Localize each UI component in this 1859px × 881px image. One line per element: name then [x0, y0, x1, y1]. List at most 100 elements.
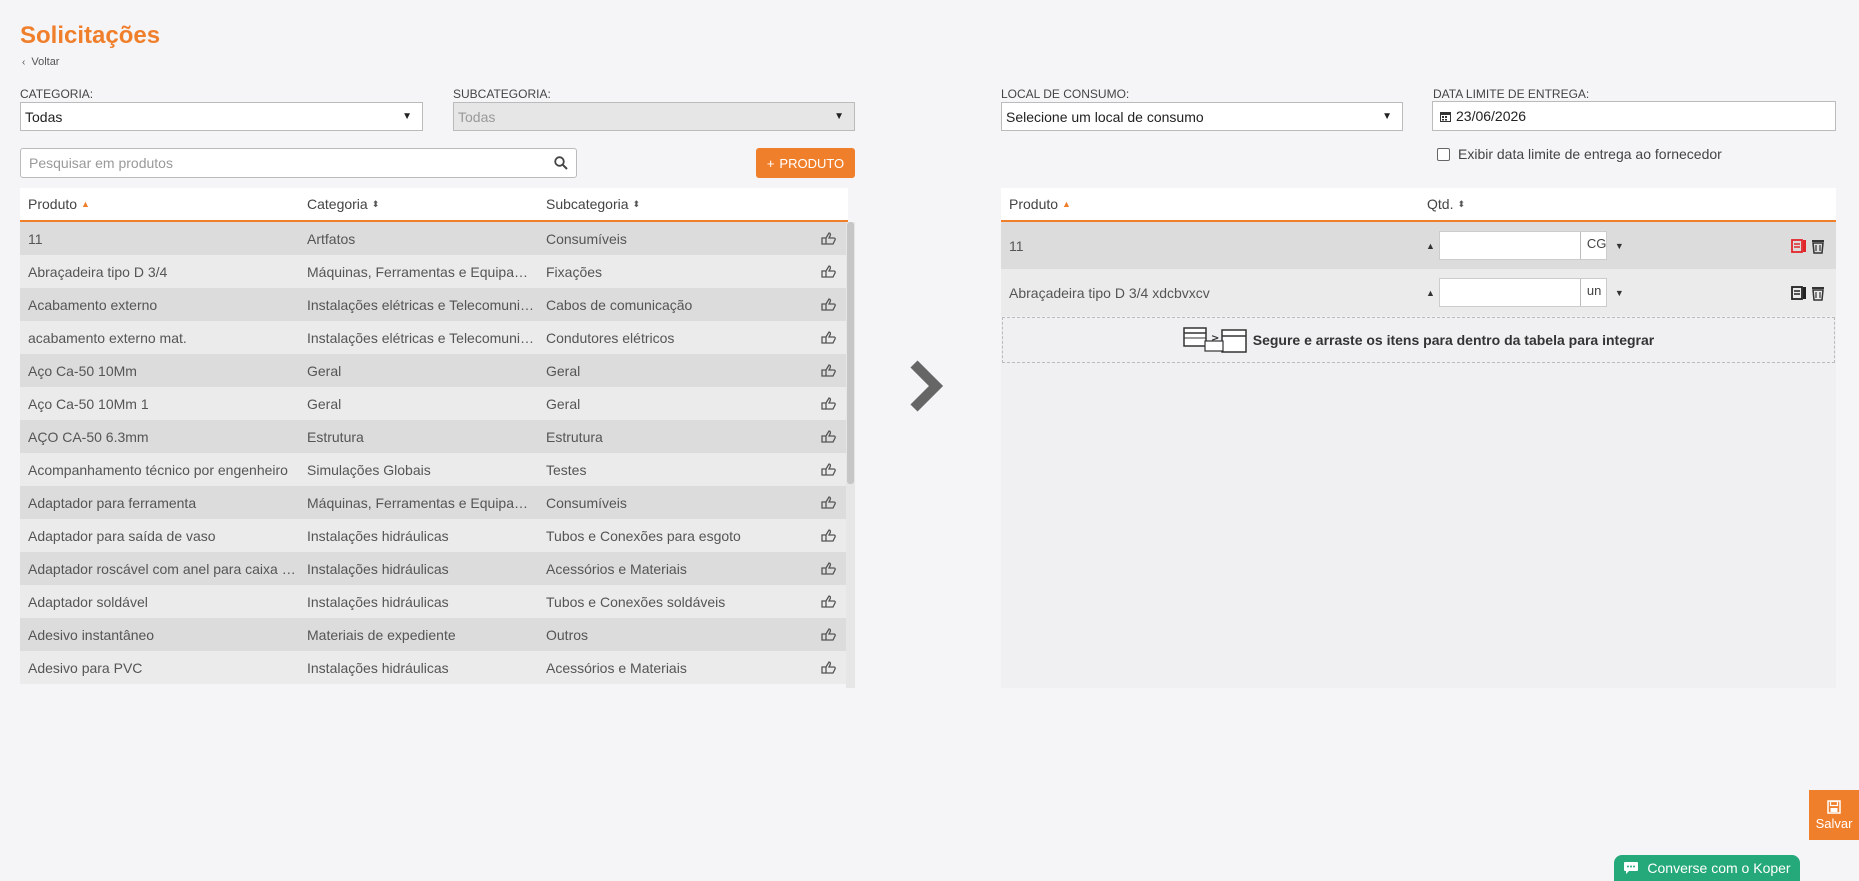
- subcategory-cell: Estrutura: [546, 428, 603, 445]
- subcategory-cell: Geral: [546, 395, 581, 412]
- table-row[interactable]: acabamento externo mat. Instalações elétr…: [20, 321, 848, 354]
- table-row[interactable]: 11 Artfatos Consumíveis: [20, 222, 848, 255]
- category-cell: Máquinas, Ferramentas e Equipamentos: [307, 494, 538, 511]
- header-qtd-label: Qtd.: [1427, 196, 1454, 212]
- category-cell: Instalações hidráulicas: [307, 527, 449, 544]
- categoria-label: CATEGORIA:: [20, 87, 94, 101]
- pointer-hand-icon[interactable]: [808, 331, 848, 344]
- category-cell: Materiais de expediente: [307, 626, 456, 643]
- product-name-cell: Aço Ca-50 10Mm 1: [28, 395, 149, 412]
- search-input[interactable]: [29, 155, 554, 171]
- row-actions: [1791, 238, 1826, 254]
- header-produto-label: Produto: [28, 196, 78, 212]
- trash-icon[interactable]: [1810, 285, 1826, 301]
- calendar-icon[interactable]: [1439, 110, 1452, 123]
- caret-down-icon: ▼: [834, 111, 844, 122]
- category-cell: Simulações Globais: [307, 461, 431, 478]
- qty-group: ▲ CG ▼: [1426, 231, 1624, 260]
- subcategory-cell: Geral: [546, 362, 581, 379]
- table-row[interactable]: Adesivo instantâneo Materiais de expedien…: [20, 618, 848, 651]
- table-row[interactable]: Adaptador para ferramenta Máquinas, Ferra…: [20, 486, 848, 519]
- pointer-hand-icon[interactable]: [808, 298, 848, 311]
- trash-icon[interactable]: [1810, 238, 1826, 254]
- local-consumo-select[interactable]: Selecione um local de consumo ▼: [1001, 102, 1403, 131]
- unit-dropdown-icon[interactable]: ▼: [1615, 241, 1624, 251]
- subcategory-cell: Condutores elétricos: [546, 329, 675, 346]
- products-table-header: Produto ▲ Categoria ⬍ Subcategoria ⬍: [20, 188, 848, 222]
- subcategoria-value: Todas: [458, 108, 496, 125]
- back-link[interactable]: ‹ Voltar: [22, 56, 59, 68]
- save-label: Salvar: [1815, 815, 1853, 831]
- notes-icon[interactable]: [1791, 238, 1807, 254]
- scrollbar-thumb[interactable]: [847, 222, 854, 484]
- pointer-hand-icon[interactable]: [808, 529, 848, 542]
- table-row[interactable]: Acompanhamento técnico por engenheiro Sim…: [20, 453, 848, 486]
- save-button[interactable]: Salvar: [1809, 790, 1859, 840]
- product-name-cell: Adaptador roscável com anel para caixa d…: [28, 560, 299, 577]
- header-subcategoria-label: Subcategoria: [546, 196, 629, 212]
- drop-hint: Segure e arraste os itens para dentro da…: [1252, 332, 1655, 348]
- back-label: Voltar: [31, 56, 60, 68]
- table-row[interactable]: Acabamento externo Instalações elétricas …: [20, 288, 848, 321]
- table-row[interactable]: Abraçadeira tipo D 3/4 Máquinas, Ferramen…: [20, 255, 848, 288]
- table-row[interactable]: Adaptador soldável Instalações hidráulica…: [20, 585, 848, 618]
- pointer-hand-icon[interactable]: [808, 430, 848, 443]
- product-name-cell: 11: [28, 230, 43, 247]
- unit-dropdown-icon[interactable]: ▼: [1615, 288, 1624, 298]
- sort-asc-icon: ▲: [81, 199, 90, 209]
- pointer-hand-icon[interactable]: [808, 364, 848, 377]
- table-row[interactable]: Adesivo para PVC Instalações hidráulicas A…: [20, 651, 848, 684]
- pointer-hand-icon[interactable]: [808, 232, 848, 245]
- pointer-hand-icon[interactable]: [808, 265, 848, 278]
- notes-icon[interactable]: [1791, 285, 1807, 301]
- plus-icon: +: [766, 155, 775, 171]
- add-product-button[interactable]: + PRODUTO: [756, 148, 855, 178]
- caret-down-icon: ▼: [1382, 111, 1392, 122]
- header-subcategoria[interactable]: Subcategoria ⬍: [538, 196, 808, 212]
- show-date-checkbox[interactable]: [1437, 147, 1450, 161]
- pointer-hand-icon[interactable]: [808, 628, 848, 641]
- table-row[interactable]: Aço Ca-50 10Mm Geral Geral: [20, 354, 848, 387]
- qty-group: ▲ un ▼: [1426, 278, 1624, 307]
- subcategoria-select[interactable]: Todas ▼: [453, 102, 855, 131]
- pointer-hand-icon[interactable]: [808, 661, 848, 674]
- show-date-option[interactable]: Exibir data limite de entrega ao fornece…: [1437, 146, 1722, 162]
- product-name-cell: AÇO CA-50 6.3mm: [28, 428, 149, 445]
- pointer-hand-icon[interactable]: [808, 397, 848, 410]
- category-cell: Instalações hidráulicas: [307, 659, 449, 676]
- table-row[interactable]: Aço Ca-50 10Mm 1 Geral Geral: [20, 387, 848, 420]
- floppy-icon: [1827, 799, 1841, 814]
- search-icon[interactable]: [554, 156, 568, 170]
- pointer-hand-icon[interactable]: [808, 562, 848, 575]
- chat-button[interactable]: Converse com o Koper: [1614, 855, 1800, 881]
- caret-down-icon: ▼: [402, 111, 412, 122]
- product-name-cell: Aço Ca-50 10Mm: [28, 362, 137, 379]
- header-categoria[interactable]: Categoria ⬍: [299, 196, 538, 212]
- categoria-value: Todas: [25, 108, 63, 125]
- product-search[interactable]: [20, 148, 577, 178]
- table-row[interactable]: Adaptador para saída de vaso Instalações …: [20, 519, 848, 552]
- pointer-hand-icon[interactable]: [808, 595, 848, 608]
- categoria-select[interactable]: Todas ▼: [20, 102, 423, 131]
- qty-input[interactable]: CG: [1438, 231, 1607, 260]
- chat-label: Converse com o Koper: [1647, 860, 1791, 876]
- header-produto-request-label: Produto: [1009, 196, 1059, 212]
- table-row[interactable]: AÇO CA-50 6.3mm Estrutura Estrutura: [20, 420, 848, 453]
- stepper-up-icon[interactable]: ▲: [1426, 288, 1435, 298]
- category-cell: Instalações hidráulicas: [307, 593, 449, 610]
- qty-input[interactable]: un: [1438, 278, 1607, 307]
- stepper-up-icon[interactable]: ▲: [1426, 241, 1435, 251]
- header-categoria-label: Categoria: [307, 196, 368, 212]
- table-row[interactable]: Adaptador roscável com anel para caixa d…: [20, 552, 848, 585]
- pointer-hand-icon[interactable]: [808, 496, 848, 509]
- header-produto-request[interactable]: Produto ▲: [1001, 196, 1419, 212]
- category-cell: Instalações elétricas e Telecomunicações: [307, 296, 538, 313]
- drop-zone[interactable]: > Segure e arraste os itens para dentro …: [1002, 317, 1835, 363]
- pointer-hand-icon[interactable]: [808, 463, 848, 476]
- local-consumo-label: LOCAL DE CONSUMO:: [1001, 87, 1130, 101]
- unit-value: un: [1579, 279, 1604, 306]
- date-limit-field[interactable]: 23/06/2026: [1432, 101, 1836, 131]
- header-qtd[interactable]: Qtd. ⬍: [1419, 196, 1679, 212]
- products-table-body: 11 Artfatos Consumíveis Abraçadeira tipo D …: [20, 222, 848, 684]
- header-produto[interactable]: Produto ▲: [20, 196, 299, 212]
